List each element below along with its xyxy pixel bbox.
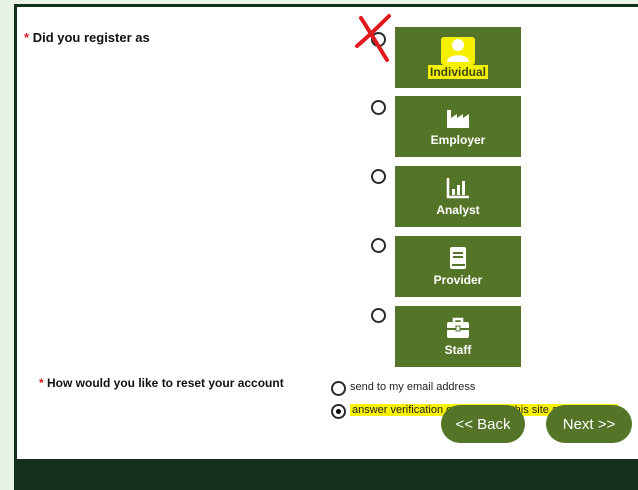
user-type-provider[interactable]: Provider — [395, 236, 521, 297]
briefcase-icon — [447, 317, 469, 338]
required-marker: * — [24, 30, 30, 45]
bar-chart-icon — [446, 178, 469, 199]
reset-option-email-label[interactable]: send to my email address — [350, 381, 475, 393]
radio-employer[interactable] — [371, 100, 386, 115]
radio-reset-questions[interactable] — [331, 404, 346, 419]
book-icon — [450, 247, 466, 269]
radio-provider[interactable] — [371, 238, 386, 253]
reset-method-text: How would you like to reset your account — [47, 376, 284, 390]
radio-staff[interactable] — [371, 308, 386, 323]
user-type-staff[interactable]: Staff — [395, 306, 521, 367]
next-button[interactable]: Next >> — [546, 405, 632, 443]
reset-method-label: * How would you like to reset your accou… — [39, 376, 284, 390]
factory-icon — [447, 110, 469, 128]
user-type-label: Analyst — [436, 203, 480, 217]
user-type-employer[interactable]: Employer — [395, 96, 521, 157]
register-as-text: Did you register as — [32, 30, 150, 45]
cross-annotation-icon — [355, 14, 391, 62]
register-as-label: * Did you register as — [24, 30, 150, 45]
user-type-label: Provider — [433, 273, 483, 287]
person-icon — [447, 38, 469, 62]
user-type-individual[interactable]: Individual — [395, 27, 521, 88]
form-panel — [17, 7, 638, 459]
user-type-label: Employer — [430, 133, 486, 147]
back-button[interactable]: << Back — [441, 405, 525, 443]
user-type-label: Individual — [427, 64, 488, 79]
user-type-analyst[interactable]: Analyst — [395, 166, 521, 227]
required-marker: * — [39, 376, 44, 390]
radio-analyst[interactable] — [371, 169, 386, 184]
radio-reset-email[interactable] — [331, 381, 346, 396]
user-type-label: Staff — [444, 343, 472, 357]
